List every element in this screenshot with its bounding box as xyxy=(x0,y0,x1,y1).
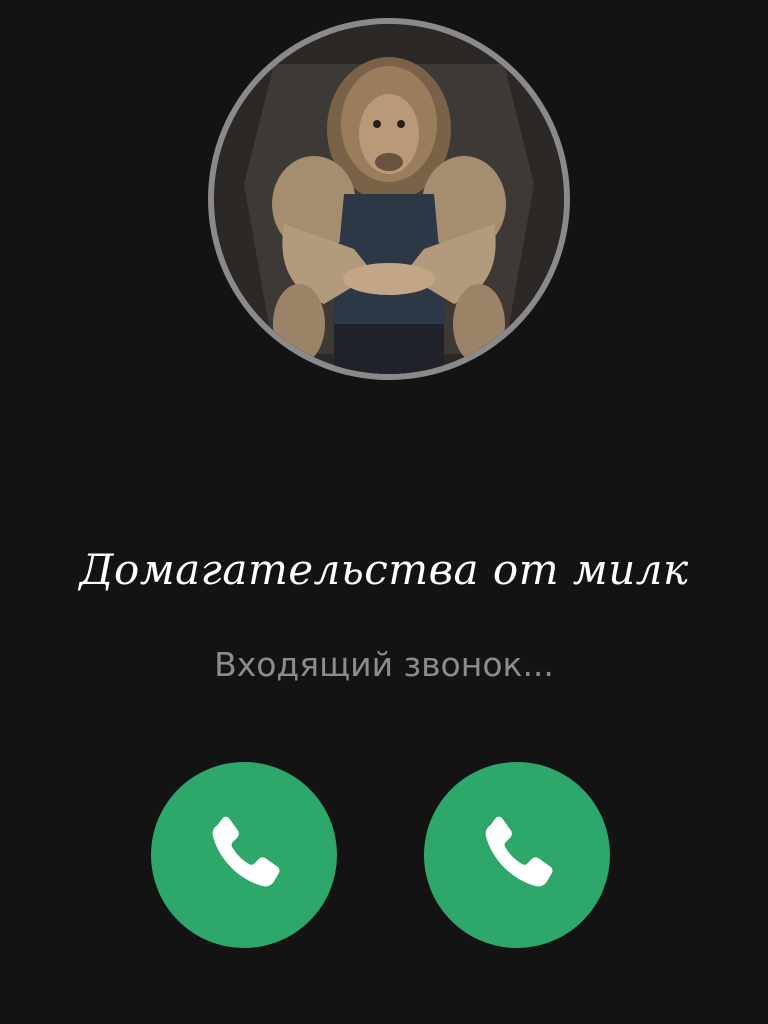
incoming-call-screen: Домагательства от милк Входящий звонок..… xyxy=(0,0,768,1024)
caller-avatar-ring xyxy=(208,18,570,380)
phone-icon xyxy=(485,816,553,887)
phone-icon xyxy=(212,816,280,887)
accept-call-button-right[interactable] xyxy=(424,762,610,948)
call-status-text: Входящий звонок... xyxy=(214,645,554,684)
lion-avatar-image xyxy=(214,24,564,374)
caller-avatar xyxy=(214,24,564,374)
caller-name: Домагательства от милк xyxy=(79,545,689,594)
accept-call-button-left[interactable] xyxy=(151,762,337,948)
